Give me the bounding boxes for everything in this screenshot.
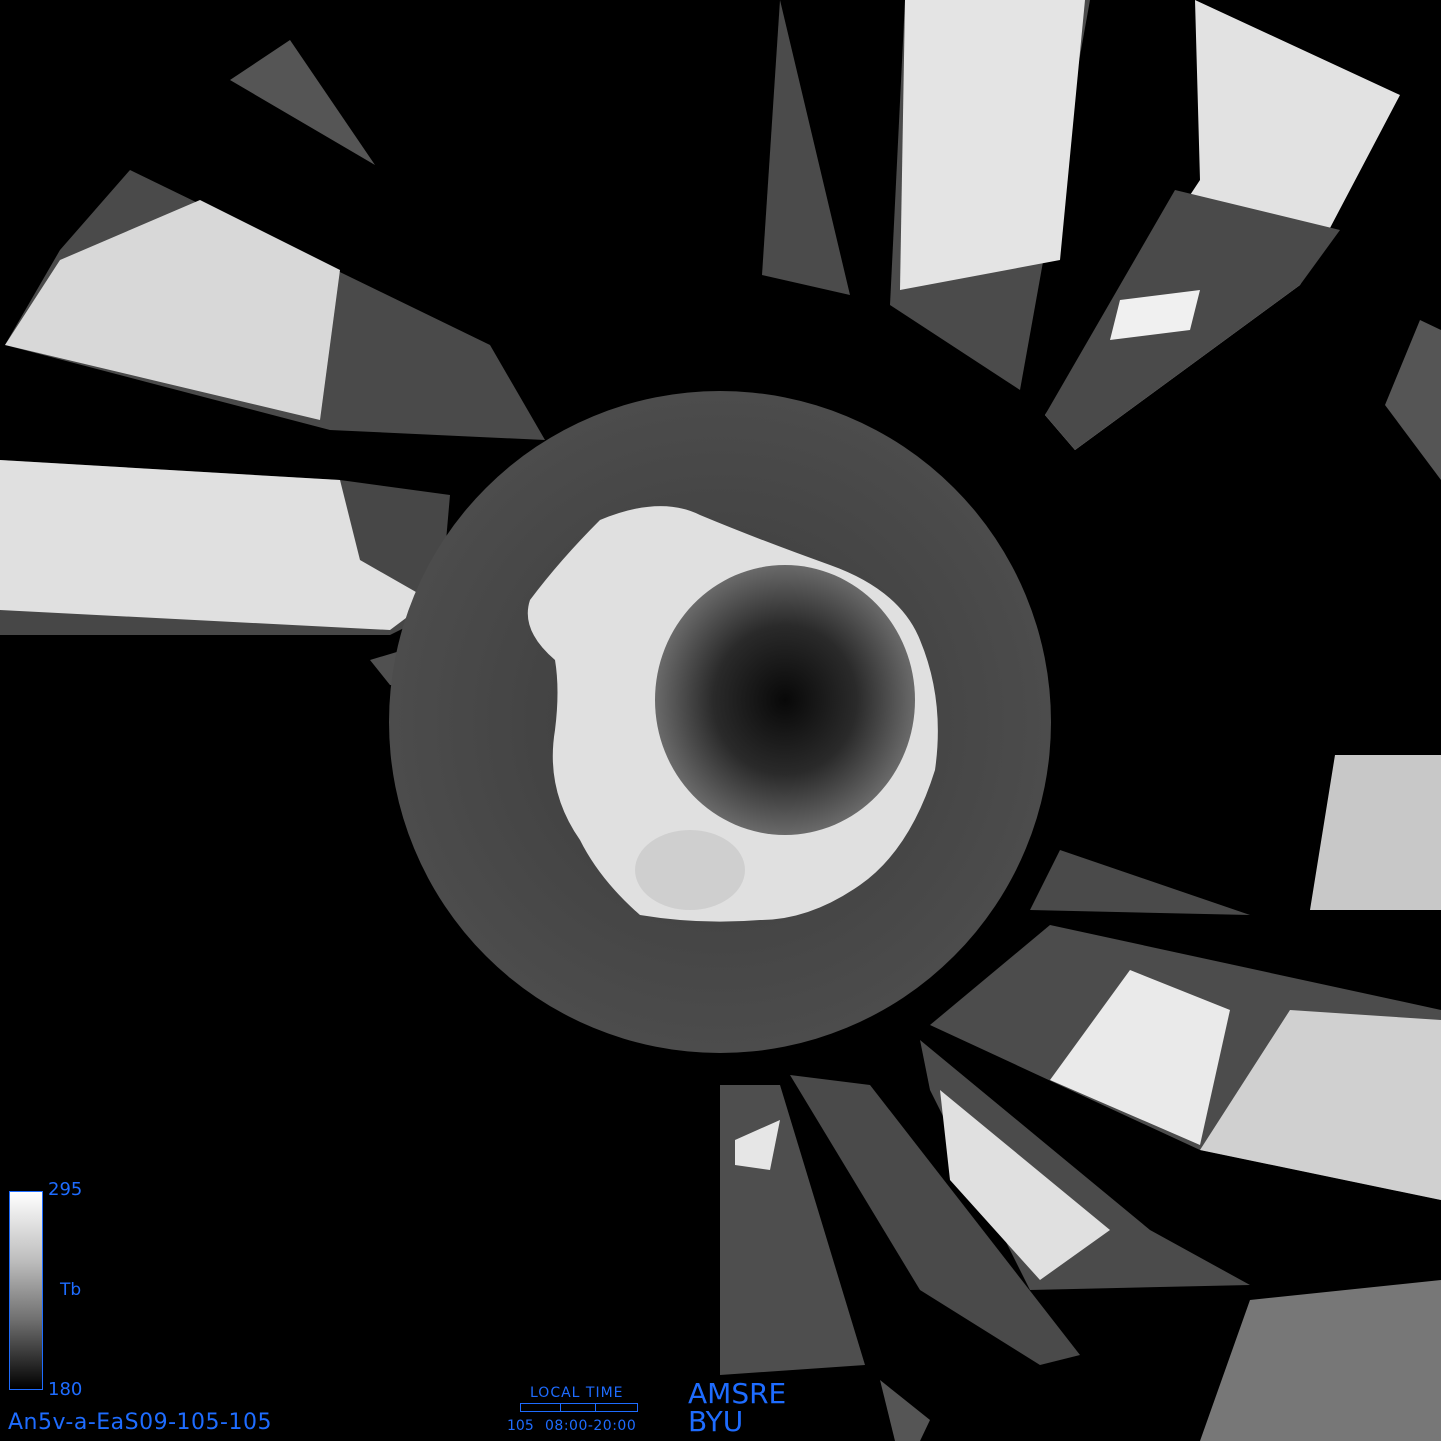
polar-disc: [389, 391, 1051, 1053]
colorbar-min-label: 180: [48, 1379, 83, 1400]
local-time-bar: [520, 1403, 638, 1412]
file-id-label: An5v-a-EaS09-105-105: [8, 1410, 272, 1435]
sensor-label: AMSRE: [688, 1377, 787, 1410]
swath-strip: [230, 40, 375, 165]
local-time-title: LOCAL TIME: [530, 1385, 624, 1401]
swath-strip: [880, 1380, 930, 1441]
swath-strip: [900, 0, 1085, 290]
east-antarctic-plateau: [655, 565, 915, 835]
organization-label: BYU: [688, 1405, 744, 1438]
swath-strip: [1200, 1280, 1441, 1441]
colorbar: [9, 1191, 43, 1390]
ross-ice-shelf: [635, 830, 745, 910]
image-canvas: 295 Tb 180 An5v-a-EaS09-105-105 LOCAL TI…: [0, 0, 1441, 1441]
local-time-range: 08:00-20:00: [545, 1418, 637, 1434]
local-time-day: 105: [507, 1418, 534, 1434]
swath-strip: [762, 0, 850, 295]
swath-strip: [1385, 320, 1441, 480]
colorbar-variable-label: Tb: [60, 1280, 82, 1300]
swath-strip: [1030, 850, 1250, 915]
colorbar-max-label: 295: [48, 1179, 83, 1200]
swath-strip: [1310, 755, 1441, 910]
local-time-window: [560, 1403, 596, 1412]
polar-brightness-map: [0, 0, 1441, 1441]
